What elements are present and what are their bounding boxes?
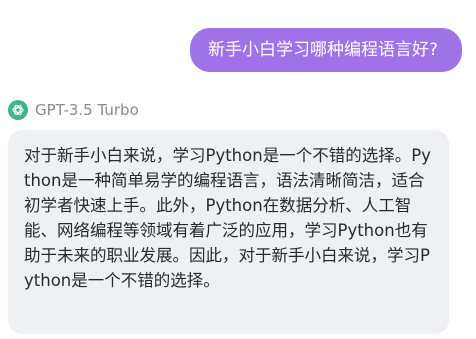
assistant-message-bubble: 对于新手小白来说，学习Python是一个不错的选择。Python是一种简单易学的… xyxy=(8,130,449,334)
assistant-header: GPT-3.5 Turbo xyxy=(8,99,139,121)
model-name-label: GPT-3.5 Turbo xyxy=(35,101,139,119)
assistant-message-text: 对于新手小白来说，学习Python是一个不错的选择。Python是一种简单易学的… xyxy=(24,146,431,290)
openai-logo-icon xyxy=(8,100,28,120)
user-message-bubble: 新手小白学习哪种编程语言好? xyxy=(189,28,462,72)
user-message-row: 新手小白学习哪种编程语言好? xyxy=(189,28,462,72)
openai-logo-glyph xyxy=(12,104,24,116)
